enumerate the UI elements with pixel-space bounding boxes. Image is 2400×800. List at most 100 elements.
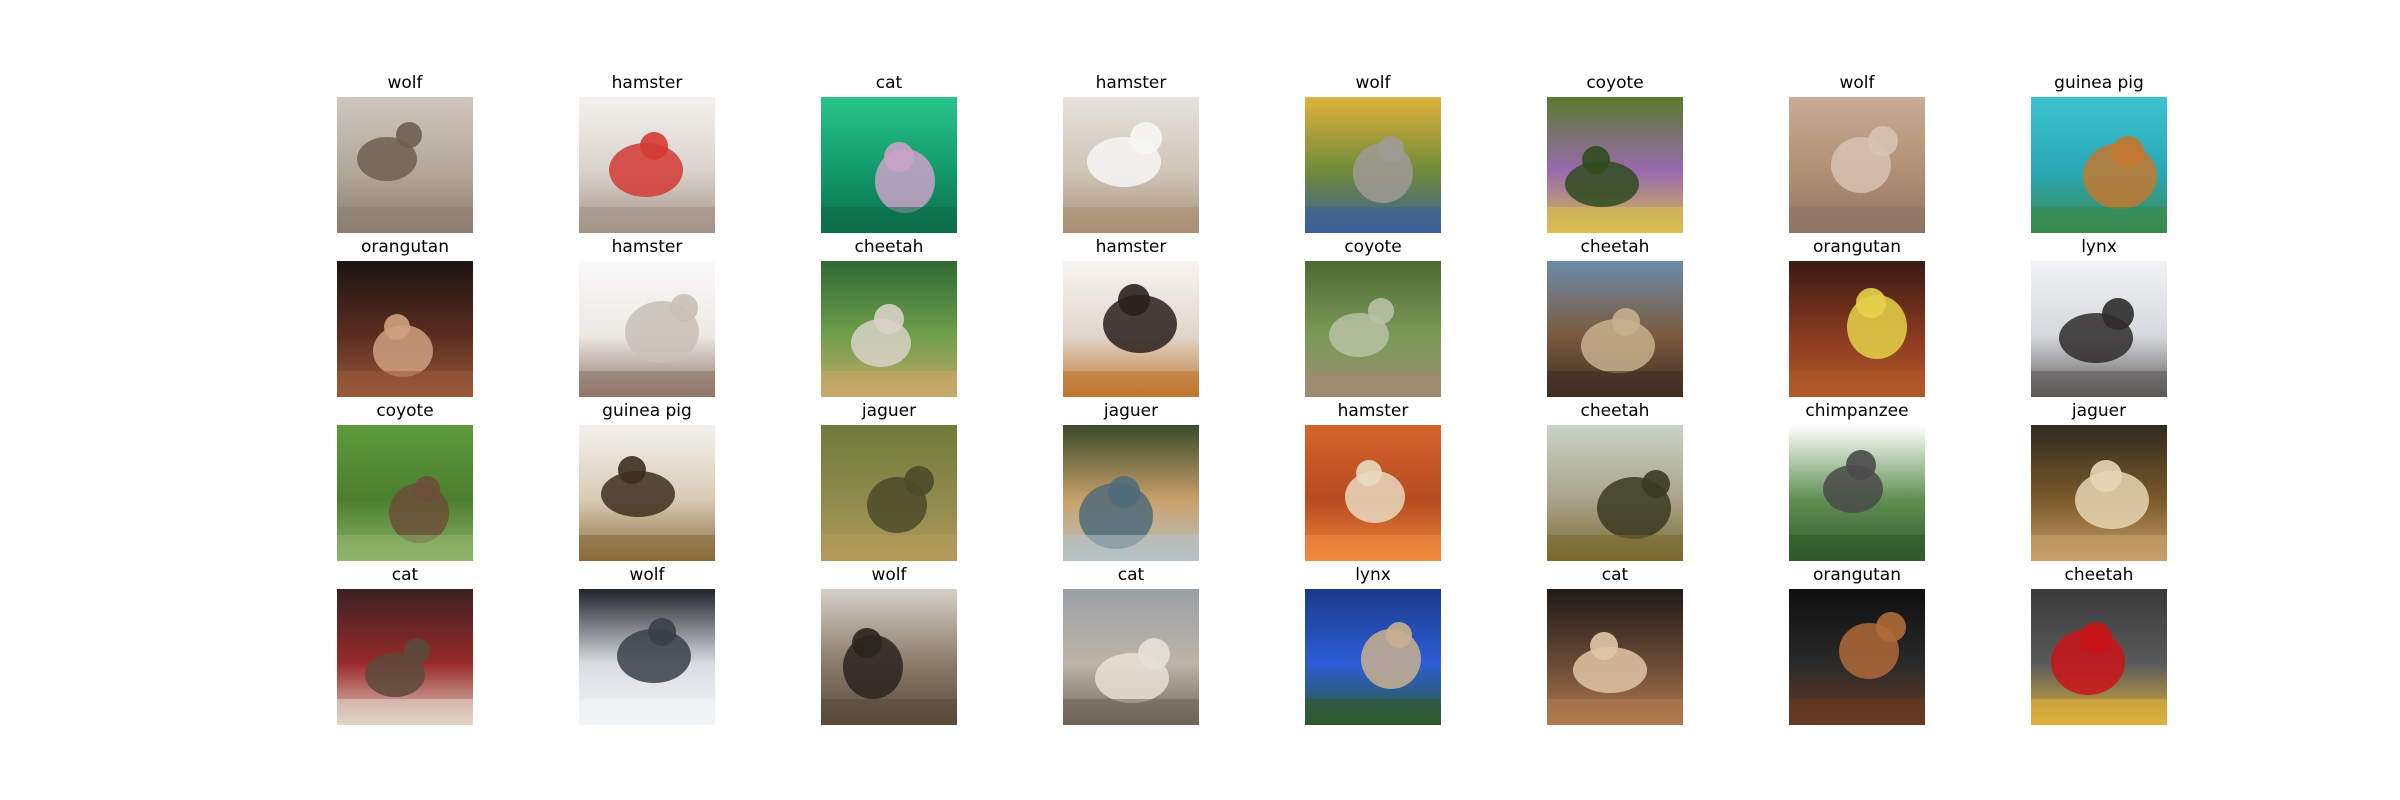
animal-photo xyxy=(1547,261,1683,397)
photo-ground xyxy=(821,371,957,397)
animal-photo xyxy=(1305,261,1441,397)
animal-head xyxy=(1118,284,1150,316)
animal-head xyxy=(1368,298,1394,324)
photo-ground xyxy=(579,699,715,725)
animal-photo xyxy=(1789,261,1925,397)
animal-photo xyxy=(821,261,957,397)
animal-photo xyxy=(2031,261,2167,397)
photo-ground xyxy=(2031,535,2167,561)
photo-ground xyxy=(1547,535,1683,561)
photo-thumbnail xyxy=(579,261,715,397)
image-label: orangutan xyxy=(1812,565,1901,585)
animal-photo xyxy=(2031,589,2167,725)
photo-ground xyxy=(579,207,715,233)
photo-thumbnail xyxy=(579,425,715,561)
animal-head xyxy=(384,314,410,340)
photo-ground xyxy=(1547,699,1683,725)
animal-head xyxy=(852,628,882,658)
animal-photo xyxy=(579,261,715,397)
photo-thumbnail xyxy=(1789,589,1925,725)
animal-head xyxy=(1876,612,1906,642)
photo-thumbnail xyxy=(2031,589,2167,725)
image-label: wolf xyxy=(871,565,907,585)
animal-photo xyxy=(337,261,473,397)
photo-ground xyxy=(821,699,957,725)
image-label: cat xyxy=(391,565,419,585)
photo-thumbnail xyxy=(1305,97,1441,233)
photo-thumbnail xyxy=(337,97,473,233)
image-label: hamster xyxy=(1095,73,1167,93)
photo-ground xyxy=(1063,535,1199,561)
image-label: wolf xyxy=(387,73,423,93)
photo-thumbnail xyxy=(579,97,715,233)
photo-thumbnail xyxy=(2031,261,2167,397)
image-label: coyote xyxy=(1586,73,1644,93)
animal-photo xyxy=(579,425,715,561)
photo-thumbnail xyxy=(579,589,715,725)
image-label: orangutan xyxy=(360,237,449,257)
photo-ground xyxy=(1789,371,1925,397)
animal-head xyxy=(1108,476,1140,508)
animal-photo xyxy=(337,589,473,725)
photo-ground xyxy=(337,371,473,397)
image-label: jaguer xyxy=(861,401,917,421)
image-label: guinea pig xyxy=(602,401,692,421)
photo-thumbnail xyxy=(821,97,957,233)
animal-head xyxy=(1846,450,1876,480)
animal-photo xyxy=(821,425,957,561)
photo-thumbnail xyxy=(1063,97,1199,233)
photo-thumbnail xyxy=(1305,589,1441,725)
animal-head xyxy=(884,142,914,172)
animal-photo xyxy=(2031,97,2167,233)
photo-thumbnail xyxy=(1063,425,1199,561)
animal-head xyxy=(648,618,676,646)
photo-ground xyxy=(1305,535,1441,561)
animal-head xyxy=(1138,638,1170,670)
animal-photo xyxy=(1789,97,1925,233)
photo-thumbnail xyxy=(2031,97,2167,233)
animal-photo xyxy=(579,97,715,233)
image-label: coyote xyxy=(1344,237,1402,257)
photo-ground xyxy=(337,699,473,725)
photo-thumbnail xyxy=(821,589,957,725)
photo-thumbnail xyxy=(821,425,957,561)
animal-photo xyxy=(1547,97,1683,233)
animal-photo xyxy=(1305,97,1441,233)
photo-thumbnail xyxy=(1789,425,1925,561)
image-label: cheetah xyxy=(854,237,924,257)
image-grid-figure: wolf hamster cat hamster wolf coyote wolf guine… xyxy=(0,0,2400,800)
image-label: coyote xyxy=(376,401,434,421)
animal-photo xyxy=(1063,425,1199,561)
image-label: cat xyxy=(1601,565,1629,585)
animal-head xyxy=(1386,622,1412,648)
photo-ground xyxy=(1547,207,1683,233)
animal-photo xyxy=(1547,589,1683,725)
animal-photo xyxy=(337,97,473,233)
image-label: orangutan xyxy=(1812,237,1901,257)
animal-head xyxy=(1868,126,1898,156)
animal-photo xyxy=(1305,589,1441,725)
image-label: wolf xyxy=(1839,73,1875,93)
animal-head xyxy=(1612,308,1640,336)
photo-thumbnail xyxy=(1789,97,1925,233)
photo-ground xyxy=(1063,699,1199,725)
image-label: wolf xyxy=(629,565,665,585)
photo-thumbnail xyxy=(1547,261,1683,397)
photo-ground xyxy=(821,207,957,233)
photo-ground xyxy=(1063,371,1199,397)
animal-photo xyxy=(1789,589,1925,725)
image-label: cheetah xyxy=(2064,565,2134,585)
animal-photo xyxy=(1063,97,1199,233)
animal-head xyxy=(874,304,904,334)
animal-photo xyxy=(579,589,715,725)
animal-head xyxy=(618,456,646,484)
image-label: hamster xyxy=(1095,237,1167,257)
photo-ground xyxy=(1789,535,1925,561)
photo-ground xyxy=(2031,207,2167,233)
animal-photo xyxy=(337,425,473,561)
animal-head xyxy=(1856,288,1886,318)
photo-thumbnail xyxy=(337,589,473,725)
animal-head xyxy=(640,132,668,160)
animal-photo xyxy=(1789,425,1925,561)
photo-thumbnail xyxy=(1789,261,1925,397)
